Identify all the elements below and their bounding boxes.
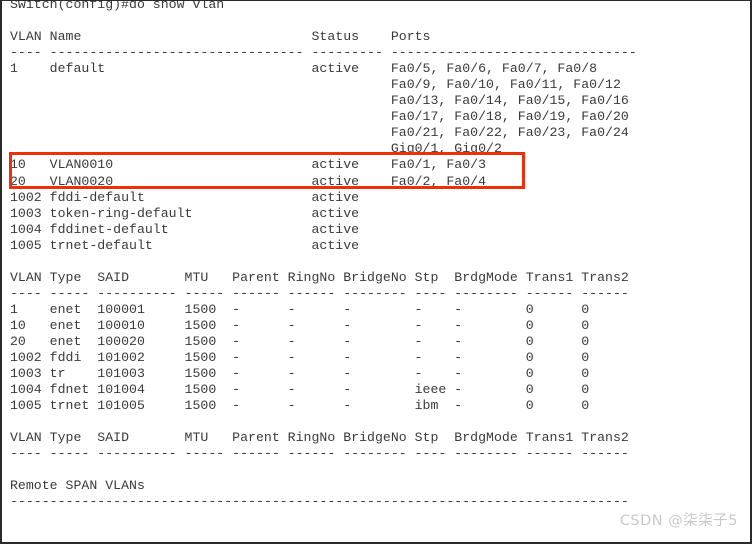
console-text[interactable]: Switch(config)#do show vlan VLAN Name St… [10, 1, 637, 542]
cli-terminal-output[interactable]: Switch(config)#do show vlan VLAN Name St… [2, 1, 750, 542]
terminal-screenshot: Switch(config)#do show vlan VLAN Name St… [0, 0, 752, 544]
csdn-watermark: CSDN @柒柒子5 [619, 513, 738, 529]
